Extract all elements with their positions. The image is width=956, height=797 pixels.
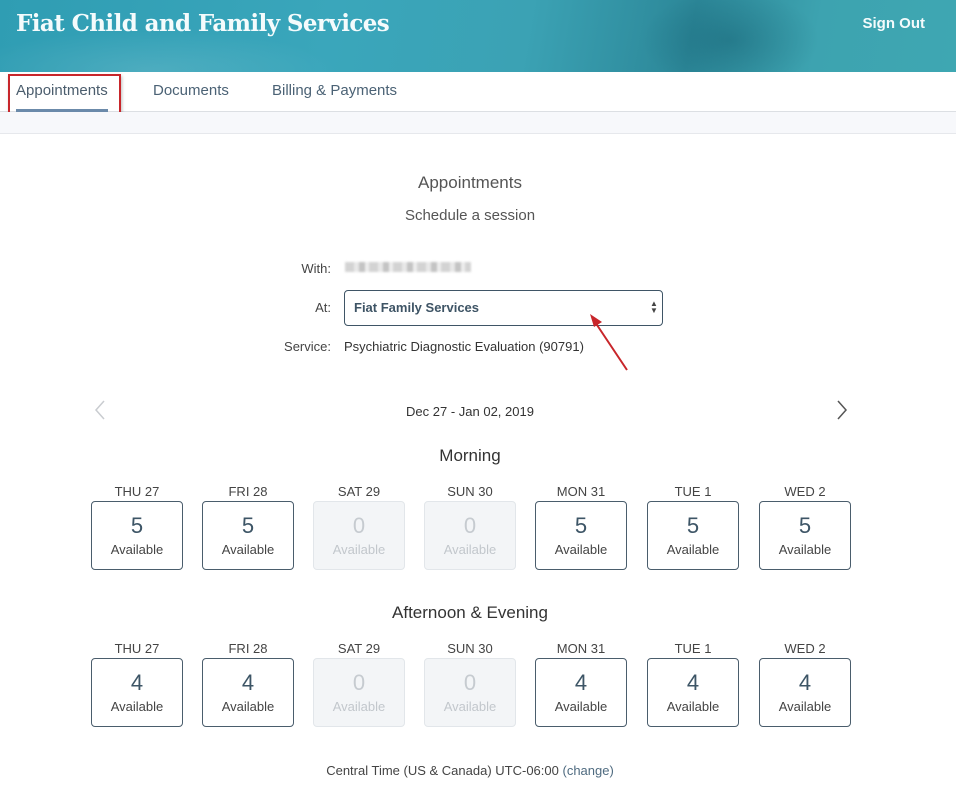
slot-available-label: Available <box>666 699 720 714</box>
availability-slot-button[interactable]: 5 Available <box>759 501 851 570</box>
sign-out-link[interactable]: Sign Out <box>863 15 926 32</box>
availability-slot-button[interactable]: 4 Available <box>647 658 739 727</box>
slot-count: 4 <box>574 670 588 695</box>
location-select-value: Fiat Family Services <box>354 300 480 315</box>
date-range: Dec 27 - Jan 02, 2019 <box>406 404 534 419</box>
day-label: TUE 1 <box>674 641 712 656</box>
brand-title: Fiat Child and Family Services <box>16 10 390 37</box>
slot-count: 4 <box>241 670 255 695</box>
chevron-right-icon <box>837 400 848 420</box>
slot-available-label: Available <box>110 542 164 557</box>
availability-slot-button: 0 Available <box>313 658 405 727</box>
day-label: MON 31 <box>556 641 606 656</box>
next-week-button[interactable] <box>832 397 852 423</box>
sub-bar <box>0 112 956 134</box>
day-label: THU 27 <box>114 641 160 656</box>
section-title: Morning <box>439 446 501 465</box>
day-label: WED 2 <box>784 484 826 499</box>
tab-documents[interactable]: Documents <box>153 82 229 99</box>
slot-available-label: Available <box>554 542 608 557</box>
slot-available-label: Available <box>443 699 497 714</box>
availability-slot-button: 0 Available <box>424 501 516 570</box>
slot-available-label: Available <box>221 699 275 714</box>
availability-slot-button[interactable]: 5 Available <box>647 501 739 570</box>
slot-count: 5 <box>130 513 144 538</box>
at-label: At: <box>315 300 331 315</box>
timezone-info: Central Time (US & Canada) UTC-06:00 (ch… <box>0 763 940 778</box>
day-label: SUN 30 <box>447 641 493 656</box>
tab-billing-payments[interactable]: Billing & Payments <box>272 82 397 99</box>
tab-bar: Appointments Documents Billing & Payment… <box>0 72 956 112</box>
availability-slot-button: 0 Available <box>424 658 516 727</box>
slot-count: 0 <box>352 513 366 538</box>
annotation-highlight-box <box>8 74 121 117</box>
slot-available-label: Available <box>110 699 164 714</box>
select-updown-icon: ▲ ▼ <box>650 299 658 315</box>
slot-available-label: Available <box>778 542 832 557</box>
slot-available-label: Available <box>332 542 386 557</box>
day-label: FRI 28 <box>228 641 268 656</box>
slot-count: 0 <box>352 670 366 695</box>
availability-slot-button[interactable]: 4 Available <box>202 658 294 727</box>
slot-count: 0 <box>463 670 477 695</box>
slot-count: 5 <box>241 513 255 538</box>
timezone-text: Central Time (US & Canada) UTC-06:00 <box>326 763 559 778</box>
with-value-redacted <box>345 262 471 272</box>
slot-available-label: Available <box>666 542 720 557</box>
slot-count: 5 <box>798 513 812 538</box>
slot-count: 4 <box>130 670 144 695</box>
slot-count: 4 <box>686 670 700 695</box>
availability-slot-button[interactable]: 4 Available <box>535 658 627 727</box>
slot-count: 5 <box>686 513 700 538</box>
availability-slot-button: 0 Available <box>313 501 405 570</box>
availability-slot-button[interactable]: 5 Available <box>535 501 627 570</box>
day-label: WED 2 <box>784 641 826 656</box>
slot-count: 5 <box>574 513 588 538</box>
day-label: FRI 28 <box>228 484 268 499</box>
slot-available-label: Available <box>554 699 608 714</box>
timezone-change-link[interactable]: (change) <box>562 763 613 778</box>
section-title: Afternoon & Evening <box>392 603 548 622</box>
slot-available-label: Available <box>332 699 386 714</box>
day-label: SAT 29 <box>337 641 381 656</box>
day-label: TUE 1 <box>674 484 712 499</box>
slot-count: 4 <box>798 670 812 695</box>
app-header: Fiat Child and Family Services Sign Out <box>0 0 956 72</box>
day-label: MON 31 <box>556 484 606 499</box>
day-label: THU 27 <box>114 484 160 499</box>
with-label: With: <box>301 261 331 276</box>
page-subtitle: Schedule a session <box>404 207 536 224</box>
day-label: SAT 29 <box>337 484 381 499</box>
slot-available-label: Available <box>443 542 497 557</box>
page-title: Appointments <box>418 173 522 192</box>
slot-count: 0 <box>463 513 477 538</box>
slot-available-label: Available <box>778 699 832 714</box>
annotation-arrow-icon <box>590 314 628 371</box>
slot-available-label: Available <box>221 542 275 557</box>
service-label: Service: <box>284 339 331 354</box>
availability-slot-button[interactable]: 5 Available <box>202 501 294 570</box>
day-label: SUN 30 <box>447 484 493 499</box>
availability-slot-button[interactable]: 4 Available <box>759 658 851 727</box>
service-value: Psychiatric Diagnostic Evaluation (90791… <box>344 339 584 354</box>
availability-slot-button[interactable]: 5 Available <box>91 501 183 570</box>
availability-slot-button[interactable]: 4 Available <box>91 658 183 727</box>
